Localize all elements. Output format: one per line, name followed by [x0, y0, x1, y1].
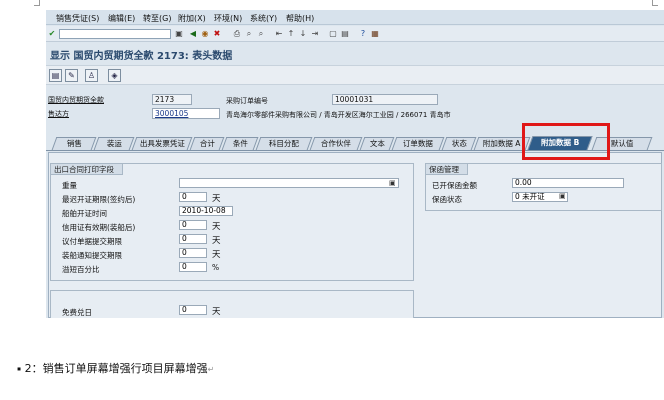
exit-icon[interactable]: ◉ [200, 29, 210, 39]
tab-totals[interactable]: 合计 [189, 137, 225, 150]
order-type-label: 国贸内贸期货全款 [48, 96, 104, 104]
tab-texts[interactable]: 文本 [359, 137, 395, 150]
lc-validity-label: 信用证有效期(装船后) [62, 223, 136, 232]
tab-status[interactable]: 状态 [441, 137, 477, 150]
dropdown-icon[interactable]: ▣ [559, 192, 566, 200]
latest-lc-label: 最迟开证期限(签约后) [62, 195, 136, 204]
print-icon[interactable]: ⎙ [232, 29, 242, 39]
cancel-icon[interactable]: ✖ [212, 29, 222, 39]
tolerance-unit: % [212, 263, 220, 272]
sold-to-field[interactable]: 3000105 [152, 108, 220, 119]
save-icon[interactable]: ▣ [174, 29, 184, 39]
negotiation-unit: 天 [212, 236, 221, 246]
negotiation-field[interactable]: 0 [179, 234, 207, 244]
tab-order-data[interactable]: 订单数据 [391, 137, 445, 150]
tab-sales[interactable]: 销售 [51, 137, 97, 150]
negotiation-label: 议付单据提交期限 [62, 237, 122, 246]
bullet-icon: ▪ [17, 365, 22, 373]
crop-mark [652, 0, 658, 6]
free-days-group [50, 290, 414, 318]
lc-validity-unit: 天 [212, 222, 221, 232]
menu-edit[interactable]: 编辑(E) [108, 13, 135, 24]
po-number-field[interactable]: 10001031 [332, 94, 438, 105]
weight-select[interactable] [179, 178, 399, 188]
enter-icon[interactable]: ✔ [47, 29, 57, 39]
group-title: 出口合同打印字段 [51, 164, 123, 175]
tolerance-field[interactable]: 0 [179, 262, 207, 272]
first-page-icon[interactable]: ⇤ [274, 29, 284, 39]
tolerance-label: 溢短百分比 [62, 265, 100, 274]
tab-billing[interactable]: 出具发票凭证 [131, 137, 193, 150]
command-field[interactable] [59, 29, 171, 39]
layout-menu-icon[interactable]: ▦ [370, 29, 380, 39]
menu-help[interactable]: 帮助(H) [286, 13, 314, 24]
tab-partners[interactable]: 合作伙伴 [309, 137, 363, 150]
sold-to-description: 青岛海尔零部件采购有限公司 / 青岛开发区海尔工业园 / 266071 青岛市 [226, 111, 451, 119]
display-item-icon[interactable]: ▤ [49, 69, 62, 82]
po-number-label: 采购订单编号 [226, 97, 268, 105]
sap-window: 销售凭证(S) 编辑(E) 转至(G) 附加(X) 环境(N) 系统(Y) 帮助… [46, 10, 664, 318]
menu-extras[interactable]: 附加(X) [178, 13, 206, 24]
back-icon[interactable]: ◀ [188, 29, 198, 39]
weight-label: 重量 [62, 181, 77, 190]
caption-text: 2：销售订单屏幕增强行项目屏幕增强 [24, 362, 208, 375]
shipment-notice-label: 装船通知提交期限 [62, 251, 122, 260]
new-session-icon[interactable]: ▢ [328, 29, 338, 39]
lc-validity-field[interactable]: 0 [179, 220, 207, 230]
guarantee-amount-field[interactable]: 0.00 [512, 178, 624, 188]
find-next-icon[interactable]: ⌕ [256, 29, 266, 39]
overview-icon[interactable]: ✎ [65, 69, 78, 82]
find-icon[interactable]: ⌕ [244, 29, 254, 39]
tab-conditions[interactable]: 条件 [221, 137, 259, 150]
page-title: 显示 国贸内贸期货全款 2173: 表头数据 [50, 51, 233, 62]
free-days-field[interactable]: 0 [179, 305, 207, 315]
tab-shipping[interactable]: 装运 [93, 137, 135, 150]
shortcut-icon[interactable]: ▤ [340, 29, 350, 39]
system-toolbar: ✔ ▣ ◀ ◉ ✖ ⎙ ⌕ ⌕ ⇤ ↑ ↓ ⇥ ▢ ▤ ? ▦ [46, 26, 664, 42]
document-flow-icon[interactable]: ◈ [108, 69, 121, 82]
dropdown-icon[interactable]: ▣ [389, 179, 396, 187]
caption: ▪ 2：销售订单屏幕增强行项目屏幕增强↵ [17, 362, 215, 375]
help-icon[interactable]: ? [358, 29, 368, 39]
prev-page-icon[interactable]: ↑ [286, 29, 296, 39]
menu-bar: 销售凭证(S) 编辑(E) 转至(G) 附加(X) 环境(N) 系统(Y) 帮助… [46, 10, 664, 25]
menu-goto[interactable]: 转至(G) [143, 13, 171, 24]
application-toolbar: ▤ ✎ ♙ ◈ [46, 65, 664, 85]
menu-sales-doc[interactable]: 销售凭证(S) [56, 13, 99, 24]
sold-to-label: 售达方 [48, 110, 69, 118]
tab-account-assignment[interactable]: 科目分配 [255, 137, 313, 150]
latest-lc-field[interactable]: 0 [179, 192, 207, 202]
latest-lc-unit: 天 [212, 194, 221, 204]
free-days-label: 免费兑日 [62, 308, 92, 317]
last-page-icon[interactable]: ⇥ [310, 29, 320, 39]
shipment-notice-unit: 天 [212, 250, 221, 260]
menu-system[interactable]: 系统(Y) [250, 13, 277, 24]
menu-environment[interactable]: 环境(N) [214, 13, 242, 24]
guarantee-status-label: 保函状态 [432, 195, 462, 204]
guarantee-title: 保函管理 [426, 164, 468, 175]
shipping-lc-label: 船舶开证时间 [62, 209, 107, 218]
header-icon[interactable]: ♙ [85, 69, 98, 82]
free-days-unit: 天 [212, 307, 221, 317]
next-page-icon[interactable]: ↓ [298, 29, 308, 39]
highlight-box [522, 123, 610, 160]
guarantee-amount-label: 已开保函金额 [432, 181, 477, 190]
crop-mark [34, 0, 40, 6]
shipment-notice-field[interactable]: 0 [179, 248, 207, 258]
order-number-field[interactable]: 2173 [152, 94, 192, 105]
shipping-lc-field[interactable]: 2010-10-08 [179, 206, 233, 216]
